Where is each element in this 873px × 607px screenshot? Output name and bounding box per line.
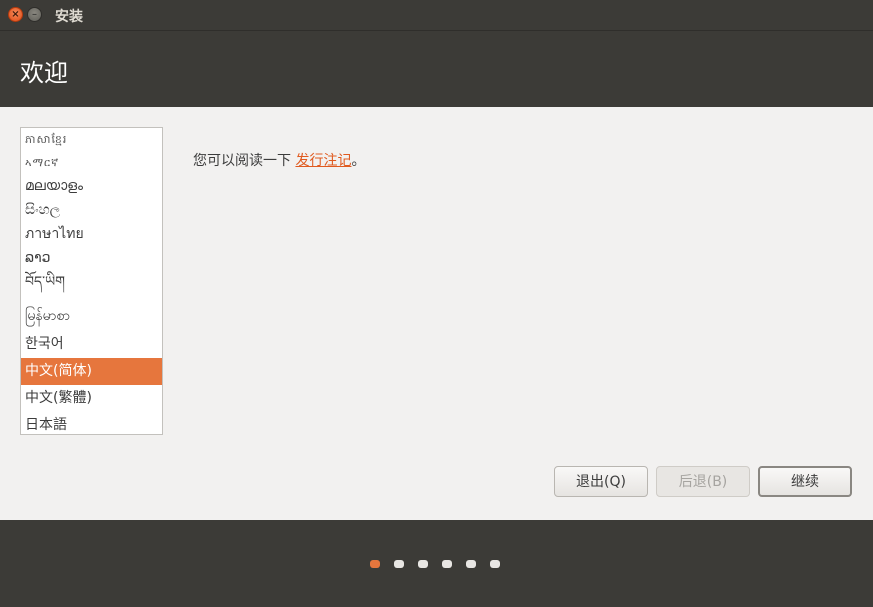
close-icon[interactable]: × <box>8 7 23 22</box>
language-item[interactable]: ภาษาไทย <box>21 222 162 246</box>
main-content: ភាសាខ្មែរ ኣማርኛ മലയാളം සිංහල ภาษาไทย ລາວ … <box>0 107 873 520</box>
language-item[interactable]: 日本語 <box>21 412 162 434</box>
footer <box>0 520 873 607</box>
language-item[interactable]: བོད་ཡིག <box>21 270 162 304</box>
back-button[interactable]: 后退(B) <box>656 466 750 497</box>
language-item-selected[interactable]: 中文(简体) <box>21 358 162 385</box>
intro-suffix: 。 <box>351 153 366 169</box>
progress-dot <box>418 560 428 568</box>
minimize-icon[interactable]: – <box>27 7 42 22</box>
progress-dot <box>466 560 476 568</box>
progress-dot <box>442 560 452 568</box>
continue-button[interactable]: 继续 <box>758 466 852 497</box>
release-notes-link[interactable]: 发行注记 <box>295 153 351 169</box>
language-list[interactable]: ភាសាខ្មែរ ኣማርኛ മലയാളം සිංහල ภาษาไทย ລາວ … <box>20 127 163 435</box>
progress-dot <box>490 560 500 568</box>
release-notes-text: 您可以阅读一下 发行注记。 <box>193 150 365 170</box>
page-title: 欢迎 <box>20 59 68 87</box>
progress-dot <box>394 560 404 568</box>
title-bar: × – 安装 <box>0 0 873 30</box>
language-item[interactable]: မြန်မာစာ <box>21 304 162 332</box>
language-item[interactable]: සිංහල <box>21 198 162 222</box>
language-item[interactable]: മലയാളം <box>21 174 162 198</box>
language-item[interactable]: 한국어 <box>21 332 162 358</box>
language-item[interactable]: ລາວ <box>21 246 162 270</box>
language-item[interactable]: ኣማርኛ <box>21 151 162 174</box>
language-item[interactable]: 中文(繁體) <box>21 385 162 412</box>
language-item[interactable]: ភាសាខ្មែរ <box>21 128 162 151</box>
intro-prefix: 您可以阅读一下 <box>193 153 296 169</box>
progress-dot-active <box>370 560 380 568</box>
quit-button[interactable]: 退出(Q) <box>554 466 648 497</box>
window-title: 安装 <box>55 9 83 25</box>
header: 欢迎 <box>0 30 873 108</box>
